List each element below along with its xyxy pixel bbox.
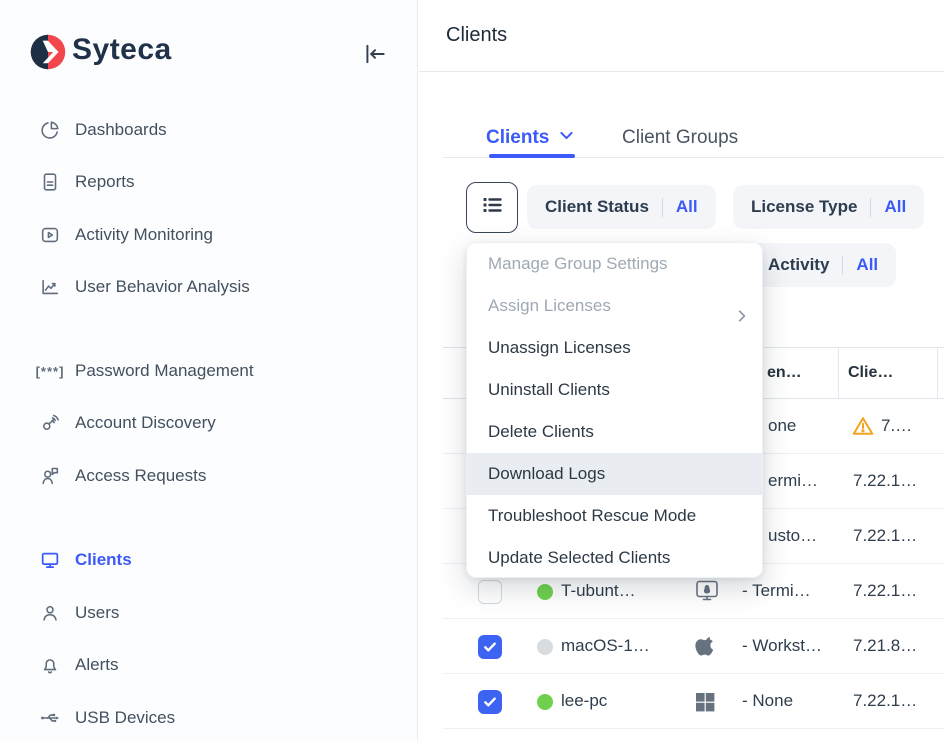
row-checkbox[interactable] <box>478 690 502 714</box>
table-row[interactable]: macOS-1… - Workst… 7.21.8… <box>443 619 944 674</box>
sidebar-item-usb-devices[interactable]: USB Devices <box>38 703 175 733</box>
sidebar-item-label: Clients <box>75 550 132 570</box>
sidebar-item-activity-monitoring[interactable]: Activity Monitoring <box>38 220 213 250</box>
column-divider <box>937 348 938 398</box>
sidebar-item-label: Access Requests <box>75 466 206 486</box>
filter-license-type[interactable]: License Type All <box>733 185 924 229</box>
sidebar: Syteca Dashboards <box>0 0 418 741</box>
sidebar-item-label: Password Management <box>75 361 254 381</box>
bulk-actions-button[interactable] <box>466 182 518 233</box>
filter-label: Client Status <box>545 197 649 217</box>
column-header-license-type: en… <box>767 348 802 398</box>
list-menu-icon <box>480 193 504 222</box>
table-row[interactable]: lee-pc - None 7.22.1… <box>443 674 944 729</box>
client-version-cell: 7.… <box>881 399 912 453</box>
password-icon: [***] <box>38 359 62 383</box>
status-dot-online <box>537 694 553 710</box>
app-window: Syteca Dashboards <box>0 0 944 741</box>
sidebar-item-clients[interactable]: Clients <box>38 545 132 575</box>
sidebar-item-label: Activity Monitoring <box>75 225 213 245</box>
windows-os-icon <box>693 674 717 728</box>
menu-item-delete-clients[interactable]: Delete Clients <box>467 411 762 453</box>
sidebar-item-account-discovery[interactable]: Account Discovery <box>38 408 216 438</box>
filter-divider <box>870 198 871 217</box>
tab-clients[interactable]: Clients <box>486 122 575 154</box>
filter-value[interactable]: All <box>856 255 878 275</box>
status-dot-online <box>537 584 553 600</box>
sidebar-item-alerts[interactable]: Alerts <box>38 650 118 680</box>
actions-dropdown-menu: Manage Group Settings Assign Licenses Un… <box>466 242 763 578</box>
collapse-sidebar-icon[interactable] <box>362 41 388 67</box>
client-version-cell: 7.22.1… <box>853 674 917 728</box>
sidebar-item-user-behavior-analysis[interactable]: User Behavior Analysis <box>38 272 250 302</box>
sidebar-item-label: Alerts <box>75 655 118 675</box>
license-type-cell: one <box>768 399 796 453</box>
sidebar-item-label: USB Devices <box>75 708 175 728</box>
row-checkbox[interactable] <box>478 635 502 659</box>
logo: Syteca <box>30 33 390 73</box>
row-checkbox[interactable] <box>478 580 502 604</box>
usb-icon <box>38 706 62 730</box>
sidebar-item-label: Users <box>75 603 119 623</box>
menu-item-update-selected-clients[interactable]: Update Selected Clients <box>467 537 762 578</box>
license-type-cell: ermi… <box>768 454 818 508</box>
logo-text: Syteca <box>72 33 172 67</box>
tab-client-groups[interactable]: Client Groups <box>622 122 738 154</box>
filter-label: License Type <box>751 197 857 217</box>
pie-chart-icon <box>38 118 62 142</box>
sidebar-item-label: Dashboards <box>75 120 167 140</box>
sidebar-item-label: Reports <box>75 172 135 192</box>
sidebar-item-label: User Behavior Analysis <box>75 277 250 297</box>
user-icon <box>38 601 62 625</box>
tab-label: Client Groups <box>622 127 738 149</box>
client-version-cell: 7.22.1… <box>853 564 917 618</box>
column-divider <box>838 348 839 398</box>
license-type-cell: - Workst… <box>742 619 822 673</box>
menu-item-troubleshoot-rescue-mode[interactable]: Troubleshoot Rescue Mode <box>467 495 762 537</box>
access-requests-icon <box>38 464 62 488</box>
filter-label: Activity <box>768 255 829 275</box>
client-version-cell: 7.22.1… <box>853 454 917 508</box>
status-dot-offline <box>537 639 553 655</box>
sidebar-item-password-management[interactable]: [***] Password Management <box>38 356 254 386</box>
filter-value[interactable]: All <box>884 197 906 217</box>
syteca-logo-icon <box>30 34 66 75</box>
filter-divider <box>662 198 663 217</box>
client-version-cell: 7.21.8… <box>853 619 917 673</box>
client-name-cell: macOS-1… <box>561 619 650 673</box>
menu-item-unassign-licenses[interactable]: Unassign Licenses <box>467 327 762 369</box>
activity-monitoring-icon <box>38 223 62 247</box>
account-discovery-icon <box>38 411 62 435</box>
menu-item-assign-licenses: Assign Licenses <box>467 285 762 327</box>
menu-item-manage-group-settings: Manage Group Settings <box>467 243 762 285</box>
sidebar-item-label: Account Discovery <box>75 413 216 433</box>
apple-os-icon <box>695 619 718 673</box>
license-type-cell: - None <box>742 674 793 728</box>
filter-divider <box>842 256 843 275</box>
tab-label: Clients <box>486 127 549 149</box>
bell-icon <box>38 653 62 677</box>
menu-item-uninstall-clients[interactable]: Uninstall Clients <box>467 369 762 411</box>
column-header-client-version: Clie… <box>848 348 893 398</box>
license-type-cell: usto… <box>768 509 817 563</box>
client-name-cell: lee-pc <box>561 674 607 728</box>
menu-item-download-logs[interactable]: Download Logs <box>467 453 762 495</box>
top-bar: Clients <box>419 0 944 72</box>
sidebar-item-access-requests[interactable]: Access Requests <box>38 461 206 491</box>
monitor-icon <box>38 548 62 572</box>
warning-icon <box>851 399 875 453</box>
sidebar-item-dashboards[interactable]: Dashboards <box>38 115 167 145</box>
sidebar-item-reports[interactable]: Reports <box>38 167 135 197</box>
page-title: Clients <box>446 24 507 47</box>
active-tab-underline <box>489 154 575 158</box>
filter-activity[interactable]: Activity All <box>750 243 896 287</box>
behavior-chart-icon <box>38 275 62 299</box>
chevron-down-icon <box>558 127 575 150</box>
filter-value[interactable]: All <box>676 197 698 217</box>
filter-client-status[interactable]: Client Status All <box>527 185 716 229</box>
sidebar-item-users[interactable]: Users <box>38 598 119 628</box>
report-icon <box>38 170 62 194</box>
client-version-cell: 7.22.1… <box>853 509 917 563</box>
